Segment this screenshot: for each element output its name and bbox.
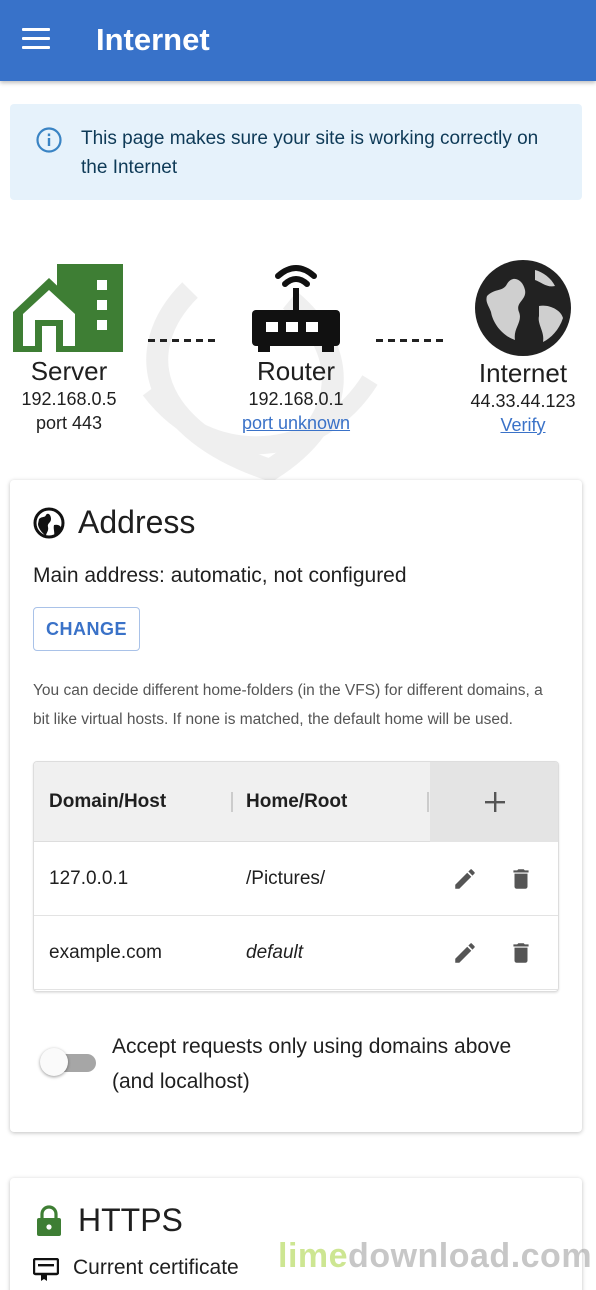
app-bar: Internet [0,0,596,81]
domain-cell: 127.0.0.1 [49,868,129,889]
globe-icon [33,507,65,539]
column-separator [231,792,233,812]
connector-line [148,339,218,342]
edit-icon[interactable] [452,866,478,892]
toggle-label: Accept requests only using domains above… [112,1035,512,1093]
root-cell: default [246,942,304,963]
site-watermark: limedownload.com [278,1237,592,1276]
plus-icon [485,792,505,812]
server-label: Server [30,356,108,386]
router-label: Router [256,356,336,386]
info-text: This page makes sure your site is workin… [81,128,539,178]
current-certificate-label: Current certificate [73,1256,239,1279]
column-separator [427,792,429,812]
domains-only-toggle[interactable] [40,1046,96,1076]
column-header-domain[interactable]: Domain/Host [49,791,166,813]
domains-table: Domain/Host Home/Root 127.0.0.1 /Picture… [33,761,559,992]
domain-cell: example.com [49,942,162,963]
column-header-root[interactable]: Home/Root [246,791,347,813]
edit-icon[interactable] [452,940,478,966]
page-title: Internet [96,22,210,57]
info-icon [36,127,62,153]
internet-label: Internet [478,358,568,388]
add-domain-button[interactable] [430,762,558,842]
delete-icon[interactable] [508,866,534,892]
server-port: port 443 [35,413,103,433]
router-port-link[interactable]: port unknown [226,411,366,435]
menu-icon[interactable] [22,28,54,54]
toggle-thumb [40,1048,68,1076]
internet-node: Internet 44.33.44.123 Verify [454,258,592,437]
table-row[interactable]: 127.0.0.1 /Pictures/ [34,842,558,916]
globe-icon [475,260,571,356]
table-row[interactable]: example.com default [34,916,558,990]
table-header: Domain/Host Home/Root [34,762,558,842]
watermark-part-lime: lime [278,1237,349,1275]
domains-description: You can decide different home-folders (i… [33,682,543,728]
verify-link[interactable]: Verify [454,413,592,437]
server-icon [13,264,123,352]
certificate-icon [33,1258,59,1281]
server-node: Server 192.168.0.5 port 443 [8,262,130,435]
root-cell: /Pictures/ [246,868,326,889]
router-ip: 192.168.0.1 [248,389,344,409]
internet-ip: 44.33.44.123 [470,391,576,411]
address-card: Address Main address: automatic, not con… [10,480,582,1132]
lock-icon [37,1205,61,1236]
https-title: HTTPS [78,1202,183,1238]
address-title: Address [78,504,196,540]
delete-icon[interactable] [508,940,534,966]
router-icon [252,265,340,352]
server-ip: 192.168.0.5 [21,389,117,409]
connector-line [376,339,446,342]
watermark-part-download: download.com [348,1237,593,1275]
router-node: Router 192.168.0.1 port unknown [226,262,366,435]
change-button[interactable]: CHANGE [33,607,140,651]
main-address-text: Main address: automatic, not configured [33,564,407,587]
info-banner: This page makes sure your site is workin… [10,104,582,200]
